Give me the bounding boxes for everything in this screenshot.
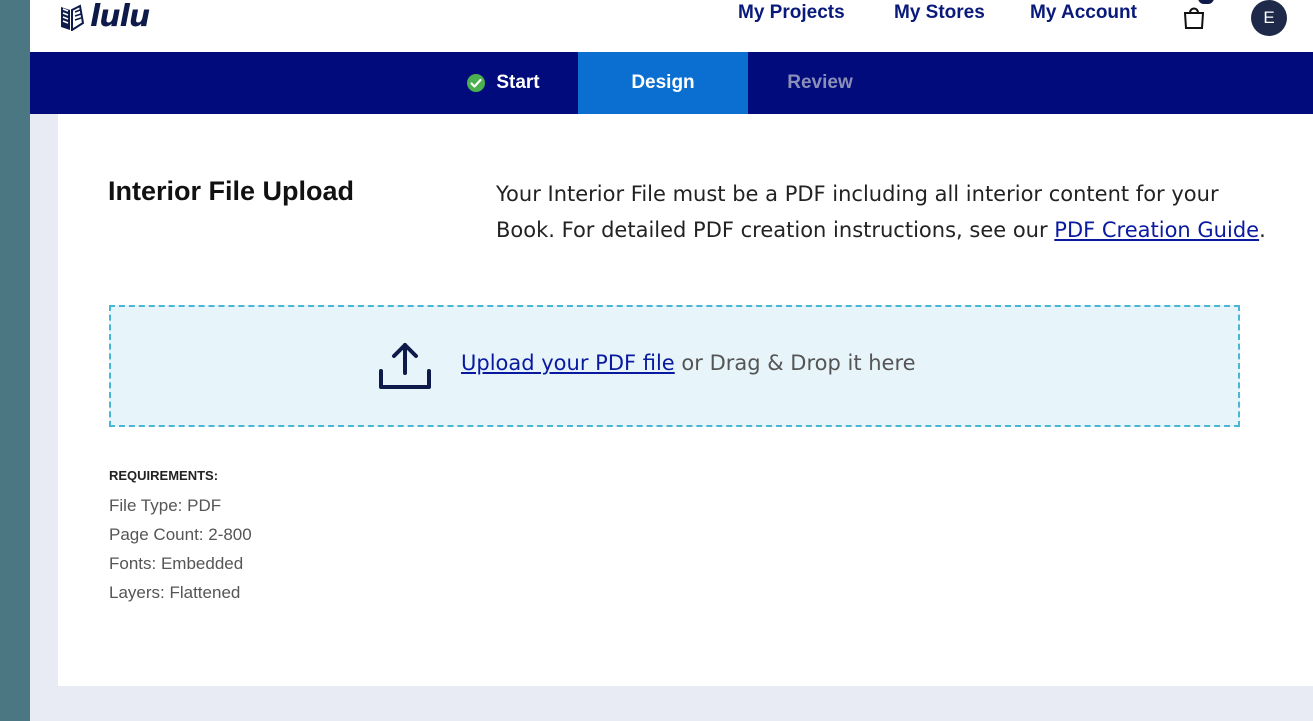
requirement-item: Layers: Flattened [109,583,241,602]
requirements-list: REQUIREMENTS: File Type: PDF Page Count:… [109,468,252,607]
step-label: Design [631,72,695,93]
check-circle-icon [467,74,486,92]
drag-drop-text: or Drag & Drop it here [674,351,916,375]
step-label: Review [787,72,853,93]
step-design[interactable]: Design [578,52,748,114]
lulu-logo[interactable]: lulu [58,0,150,34]
avatar[interactable]: E [1251,0,1287,36]
my-stores-link[interactable]: My Stores [894,2,985,24]
step-review[interactable]: Review [752,52,888,114]
my-projects-link[interactable]: My Projects [738,2,845,24]
upload-prompt: Upload your PDF file or Drag & Drop it h… [461,351,916,375]
file-dropzone[interactable]: Upload your PDF file or Drag & Drop it h… [109,305,1240,427]
step-start[interactable]: Start [430,52,576,114]
logo-text: lulu [90,0,150,34]
upload-description: Your Interior File must be a PDF includi… [496,176,1276,248]
step-bar: Start Design Review [30,52,1313,114]
requirement-item: Page Count: 2-800 [109,525,252,544]
top-header: lulu My Projects My Stores My Account E [30,0,1313,52]
step-label: Start [496,72,540,93]
my-account-link[interactable]: My Account [1030,2,1137,24]
section-title: Interior File Upload [108,176,355,206]
requirement-item: File Type: PDF [109,496,222,515]
requirement-item: Fonts: Embedded [109,554,244,573]
shopping-bag-icon[interactable] [1180,3,1208,31]
window-edge [0,0,30,721]
book-icon [61,4,85,31]
upload-icon [379,343,431,389]
upload-card: Interior File Upload Your Interior File … [58,114,1313,686]
requirements-heading: REQUIREMENTS: [109,468,219,483]
description-end: . [1259,218,1266,242]
upload-pdf-link[interactable]: Upload your PDF file [461,351,675,375]
pdf-creation-guide-link[interactable]: PDF Creation Guide [1054,218,1259,242]
